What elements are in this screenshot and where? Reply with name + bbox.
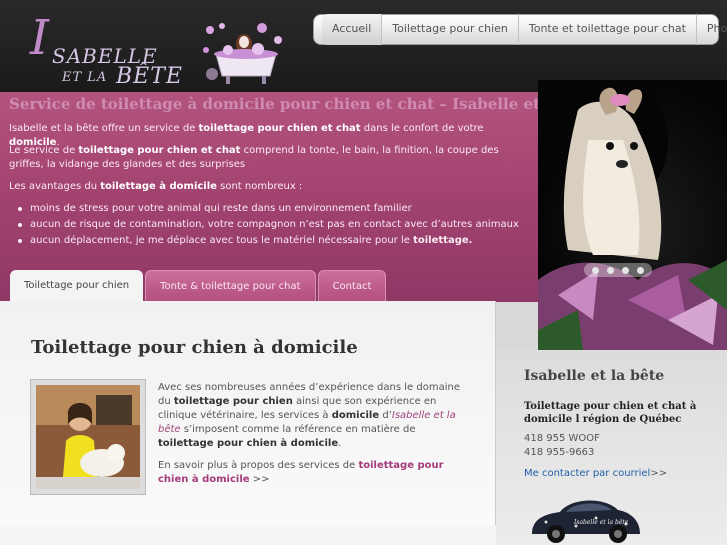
tab-tonte-chat[interactable]: Tonte & toilettage pour chat: [145, 270, 316, 302]
tab-contact[interactable]: Contact: [317, 270, 387, 302]
tab-toilettage-chien[interactable]: Toilettage pour chien: [10, 270, 144, 302]
hero-paragraph-2: Le service de toilettage pour chien et c…: [9, 144, 509, 172]
text-span: Les avantages du: [9, 181, 101, 192]
bold-span: toilettage pour chien et chat: [78, 145, 241, 156]
contact-line: Me contacter par courriel>>: [524, 468, 667, 479]
yorkshire-dog-photo: [538, 80, 727, 350]
bold-span: toilettage pour chien: [173, 396, 293, 407]
text-span: En savoir plus à propos des services de: [158, 460, 359, 471]
list-item: aucun déplacement, je me déplace avec to…: [18, 233, 519, 249]
phone-number: 418 955-9663: [524, 447, 595, 458]
list-item-text: aucun de risque de contamination, votre …: [30, 219, 519, 230]
intro-paragraph: Avec ses nombreuses années d’expérience …: [158, 381, 468, 451]
nav-item-photos[interactable]: Photos: [697, 14, 727, 45]
text-span: s’imposent comme la référence en matière…: [180, 424, 416, 435]
text-span: Isabelle et la bête offre un service de: [9, 123, 199, 134]
slider-dot-4[interactable]: [637, 266, 644, 274]
nav-item-toilettage-chien[interactable]: Toilettage pour chien: [382, 14, 519, 45]
list-item: moins de stress pour votre animal qui re…: [18, 201, 519, 217]
slider-pagination: [584, 263, 652, 277]
slider-dot-3[interactable]: [622, 266, 629, 274]
bold-span: toilettage pour chien à domicile: [158, 438, 339, 449]
list-item-text: aucun déplacement, je me déplace avec to…: [30, 235, 414, 246]
groomer-photo: [30, 379, 146, 495]
hero-paragraph-3: Les avantages du toilettage à domicile s…: [9, 180, 509, 194]
bold-span: toilettage pour chien et chat: [198, 123, 361, 134]
slider-dot-1[interactable]: [592, 266, 599, 274]
sidebar-subtitle: Toilettage pour chien et chat à domicile…: [524, 401, 697, 425]
bathtub-dog-icon: [203, 23, 282, 84]
site-logo[interactable]: I SABELLE ET LA BÊTE: [8, 10, 298, 92]
company-car-image: Isabelle et la bête: [532, 500, 640, 543]
car-decal-text: Isabelle et la bête: [573, 519, 629, 526]
sidebar-title: Isabelle et la bête: [524, 368, 665, 384]
phone-number-woof: 418 955 WOOF: [524, 433, 600, 444]
list-item-bold: toilettage.: [413, 235, 473, 246]
hero-title: Service de toilettage à domicile pour ch…: [9, 95, 603, 113]
logo-initial: I: [30, 10, 49, 66]
advantages-list: moins de stress pour votre animal qui re…: [18, 201, 519, 249]
text-span: sont nombreux :: [216, 181, 303, 192]
logo-line-3: BÊTE: [116, 64, 183, 89]
bold-span: domicile: [331, 410, 380, 421]
list-item: aucun de risque de contamination, votre …: [18, 217, 519, 233]
read-more-paragraph: En savoir plus à propos des services de …: [158, 459, 468, 487]
bold-span: toilettage à domicile: [100, 181, 217, 192]
main-nav: Accueil Toilettage pour chien Tonte et t…: [313, 14, 727, 45]
text-span: >>: [249, 474, 270, 485]
groomer-with-dog-image: [36, 385, 140, 489]
nav-item-tonte-chat[interactable]: Tonte et toilettage pour chat: [519, 14, 697, 45]
text-span: Le service de: [9, 145, 79, 156]
text-span: >>: [650, 468, 668, 479]
text-span: .: [338, 438, 342, 449]
sidebar: Isabelle et la bête Toilettage pour chie…: [496, 350, 727, 545]
email-contact-link[interactable]: Me contacter par courriel: [524, 468, 650, 479]
slider-dot-2[interactable]: [607, 266, 614, 274]
content-tabs: Toilettage pour chien Tonte & toilettage…: [10, 270, 387, 302]
nav-item-accueil[interactable]: Accueil: [322, 14, 383, 45]
text-span: dans le confort de votre: [360, 123, 484, 134]
footer-strip: [0, 525, 496, 545]
section-title: Toilettage pour chien à domicile: [31, 337, 358, 358]
logo-line-2: ET LA: [62, 70, 108, 85]
slideshow-photo[interactable]: [538, 80, 727, 350]
main-content: Toilettage pour chien à domicile Avec se…: [0, 301, 496, 525]
text-span: d’: [379, 410, 392, 421]
list-item-text: moins de stress pour votre animal qui re…: [30, 203, 412, 214]
site-header: I SABELLE ET LA BÊTE Accueil Toilettage …: [0, 0, 727, 92]
